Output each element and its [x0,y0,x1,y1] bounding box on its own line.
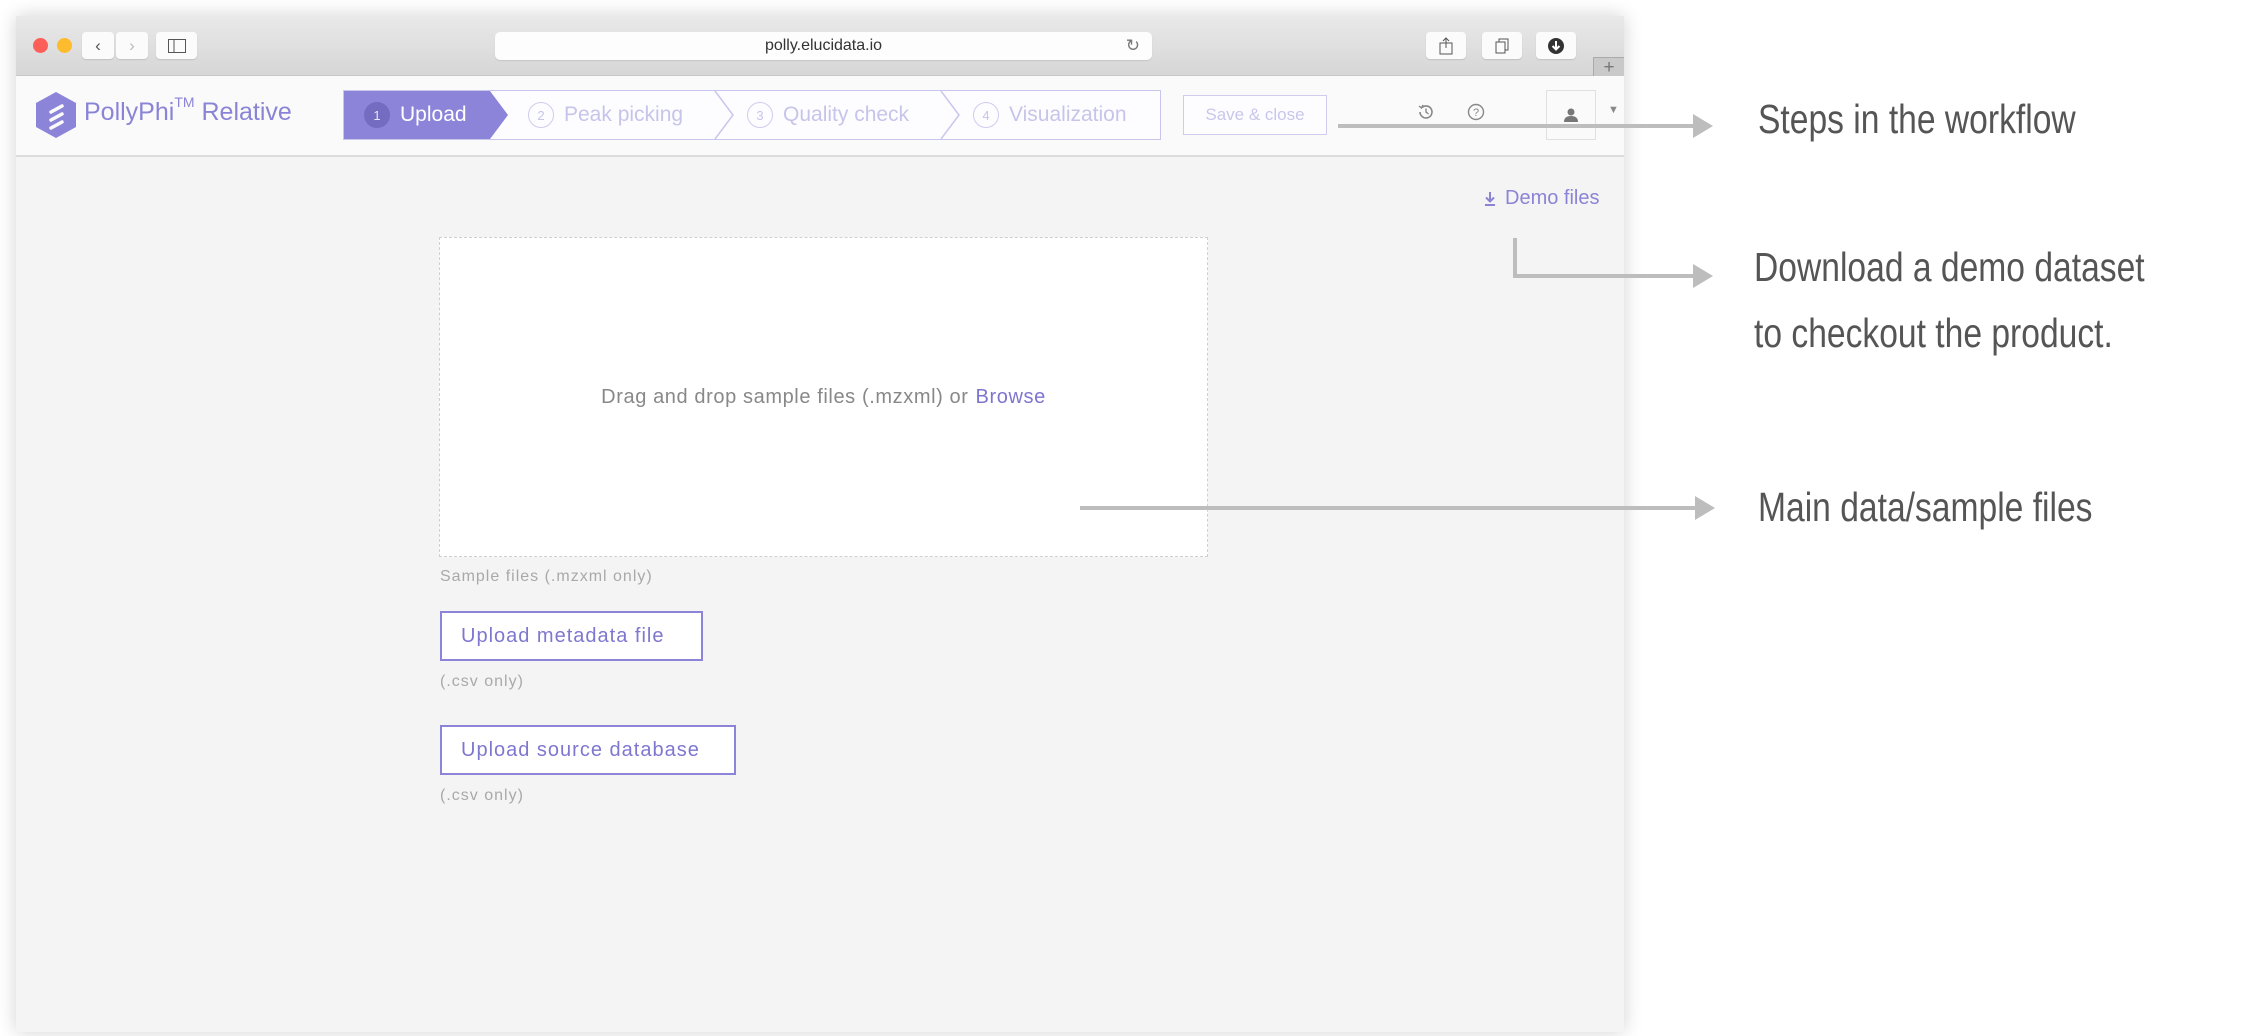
step-label: Visualization [1009,103,1127,126]
minimize-window-button[interactable] [57,38,72,53]
step-number: 2 [528,102,554,128]
history-icon[interactable] [1416,102,1436,122]
forward-button[interactable]: › [116,32,148,59]
reload-icon[interactable]: ↻ [1126,36,1140,56]
new-tab-button[interactable]: + [1593,57,1624,77]
workflow-steps: 1 Upload 2 Peak picking 3 Quality check … [343,90,1161,140]
step-quality-check[interactable]: 3 Quality check [747,91,909,139]
back-button[interactable]: ‹ [82,32,114,59]
chevron-right-icon: › [129,35,135,55]
step-peak-picking[interactable]: 2 Peak picking [528,91,683,139]
dropzone-text: Drag and drop sample files (.mzxml) or [601,385,969,408]
source-database-hint: (.csv only) [440,787,524,804]
upload-metadata-button[interactable]: Upload metadata file [440,611,703,661]
user-icon [1564,108,1578,122]
annotation-demo-line1: Download a demo dataset [1754,244,2145,290]
share-icon [1439,36,1453,54]
step-visualization[interactable]: 4 Visualization [973,91,1127,139]
plus-icon: + [1603,57,1615,78]
step-separator-icon [714,91,734,139]
brand-name: PollyPhi [84,98,175,126]
step-upload[interactable]: 1 Upload [344,91,508,139]
help-icon[interactable]: ? [1466,102,1486,122]
step-number: 4 [973,102,999,128]
user-menu-button[interactable] [1546,90,1596,140]
step-label: Peak picking [564,103,684,126]
brand-trademark: TM [174,94,195,110]
download-icon [1485,191,1495,206]
annotation-dropzone: Main data/sample files [1758,484,2093,530]
browse-link[interactable]: Browse [976,386,1046,409]
caret-down-icon[interactable]: ▼ [1608,104,1619,116]
tabs-icon [1495,38,1509,53]
svg-text:?: ? [1473,107,1479,119]
step-number: 3 [747,102,773,128]
download-icon [1548,37,1564,54]
step-label: Upload [400,103,467,126]
sample-files-dropzone[interactable]: Drag and drop sample files (.mzxml) or B… [439,237,1208,557]
close-window-button[interactable] [33,38,48,53]
demo-files-link[interactable]: Demo files [1483,187,1599,210]
sidebar-toggle-button[interactable] [156,32,197,59]
chevron-left-icon: ‹ [95,35,101,55]
sample-files-hint: Sample files (.mzxml only) [440,568,653,585]
metadata-hint: (.csv only) [440,673,524,690]
brand-suffix: Relative [201,98,292,126]
show-tabs-button[interactable] [1482,32,1522,59]
save-close-button[interactable]: Save & close [1183,95,1327,135]
address-bar[interactable]: polly.elucidata.io ↻ [495,32,1152,60]
browser-titlebar: ‹ › polly.elucidata.io ↻ + [16,16,1624,77]
downloads-button[interactable] [1536,32,1576,59]
sidebar-icon [167,38,186,53]
annotation-demo-line2: to checkout the product. [1754,310,2113,356]
step-separator-icon [940,91,960,139]
url-text: polly.elucidata.io [764,37,883,54]
brand-title[interactable]: PollyPhiTM Relative [84,94,292,127]
share-button[interactable] [1426,32,1466,59]
app-header: PollyPhiTM Relative 1 Upload 2 Peak pick… [16,76,1624,157]
annotation-steps: Steps in the workflow [1758,96,2076,142]
upload-source-database-button[interactable]: Upload source database [440,725,736,775]
step-label: Quality check [783,103,910,126]
pollyphi-logo-icon [36,92,76,138]
step-number: 1 [364,102,390,128]
demo-files-label: Demo files [1505,187,1600,209]
browser-window: ‹ › polly.elucidata.io ↻ + PollyPhiTM Re… [16,16,1624,1032]
